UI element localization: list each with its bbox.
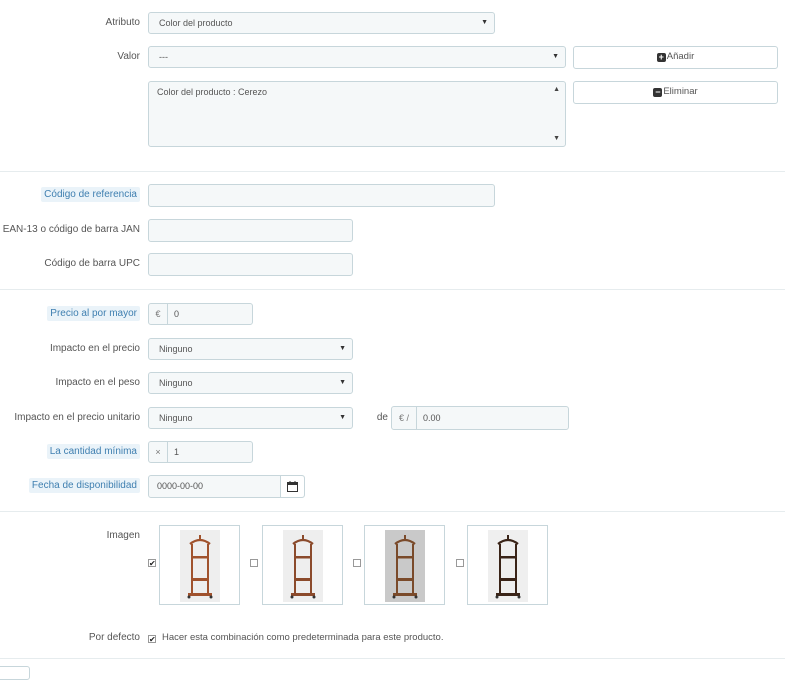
upc-input[interactable]: [148, 253, 353, 276]
weight-impact-select[interactable]: Ninguno ▼: [148, 372, 353, 394]
currency-prefix: €: [149, 304, 168, 324]
ean13-input[interactable]: [148, 219, 353, 242]
price-impact-select[interactable]: Ninguno ▼: [148, 338, 353, 360]
divider: [0, 171, 785, 172]
image-checkbox[interactable]: [353, 559, 361, 567]
image-thumbnail[interactable]: [262, 525, 343, 605]
remove-button-label: Eliminar: [663, 86, 698, 97]
min-qty-label: La cantidad mínima: [0, 441, 140, 463]
divider: [0, 658, 785, 659]
value-select[interactable]: --- ▼: [148, 46, 566, 68]
wholesale-label: Precio al por mayor: [0, 303, 140, 325]
availability-input[interactable]: 0000-00-00: [148, 475, 305, 498]
default-label: Por defecto: [88, 632, 140, 643]
min-qty-label-text: La cantidad mínima: [46, 444, 140, 459]
unit-currency-prefix: € /: [392, 407, 417, 429]
price-impact-label: Impacto en el precio: [49, 343, 140, 354]
attribute-select[interactable]: Color del producto ▼: [148, 12, 495, 34]
calendar-icon: [287, 481, 298, 492]
product-image: [283, 530, 323, 602]
ean13-label: EAN-13 o código de barra JAN: [2, 224, 140, 235]
availability-label-text: Fecha de disponibilidad: [28, 478, 140, 493]
minus-square-icon: −: [653, 87, 663, 97]
weight-impact-label: Impacto en el peso: [55, 377, 141, 388]
chevron-down-icon: ▼: [481, 19, 488, 26]
de-label: de: [376, 412, 388, 423]
min-qty-value[interactable]: 1: [168, 442, 179, 462]
remove-button[interactable]: − Eliminar: [573, 81, 778, 104]
attribute-label: Atributo: [105, 17, 140, 28]
min-qty-input[interactable]: × 1: [148, 441, 253, 463]
calendar-button[interactable]: [280, 476, 304, 497]
add-button-label: Añadir: [666, 51, 695, 62]
wholesale-input[interactable]: € 0: [148, 303, 253, 325]
product-image: [385, 530, 425, 602]
unit-price-impact-value: Ninguno: [159, 413, 193, 423]
image-checkbox[interactable]: [456, 559, 464, 567]
product-image: [180, 530, 220, 602]
chevron-down-icon: ▼: [339, 379, 346, 386]
image-thumbnail[interactable]: [159, 525, 240, 605]
chevron-down-icon: ▼: [552, 53, 559, 60]
default-checkbox[interactable]: ✔: [148, 635, 156, 644]
divider: [0, 289, 785, 290]
image-checkbox[interactable]: ✔: [148, 559, 156, 568]
attribute-select-value: Color del producto: [159, 18, 233, 28]
reference-label: Código de referencia: [0, 184, 140, 206]
price-impact-value: Ninguno: [159, 344, 193, 354]
images-label: Imagen: [106, 530, 140, 541]
reference-label-text: Código de referencia: [41, 187, 140, 202]
image-checkbox[interactable]: [250, 559, 258, 567]
unit-price-impact-select[interactable]: Ninguno ▼: [148, 407, 353, 429]
upc-label: Código de barra UPC: [44, 258, 140, 269]
scroll-up-icon[interactable]: ▲: [553, 86, 560, 93]
footer-button-stub[interactable]: [0, 666, 30, 680]
weight-impact-value: Ninguno: [159, 378, 193, 388]
wholesale-label-text: Precio al por mayor: [47, 306, 140, 321]
combination-list[interactable]: Color del producto : Cerezo ▲ ▼: [148, 81, 566, 147]
chevron-down-icon: ▼: [339, 414, 346, 421]
value-select-value: ---: [159, 52, 168, 62]
availability-value[interactable]: 0000-00-00: [157, 476, 203, 497]
scroll-down-icon[interactable]: ▼: [553, 135, 560, 142]
product-image: [488, 530, 528, 602]
plus-square-icon: +: [656, 52, 666, 62]
unit-price-input[interactable]: € / 0.00: [391, 406, 569, 430]
times-icon: ×: [149, 442, 168, 462]
divider: [0, 511, 785, 512]
list-item[interactable]: Color del producto : Cerezo: [157, 87, 267, 97]
add-button[interactable]: + Añadir: [573, 46, 778, 69]
chevron-down-icon: ▼: [339, 345, 346, 352]
reference-input[interactable]: [148, 184, 495, 207]
default-text: Hacer esta combinación como predetermina…: [162, 632, 444, 643]
unit-price-impact-label: Impacto en el precio unitario: [14, 412, 140, 423]
image-thumbnail[interactable]: [364, 525, 445, 605]
wholesale-value[interactable]: 0: [168, 304, 179, 324]
availability-label: Fecha de disponibilidad: [0, 475, 140, 497]
value-label: Valor: [117, 51, 140, 62]
unit-price-value[interactable]: 0.00: [417, 407, 441, 429]
image-thumbnail[interactable]: [467, 525, 548, 605]
